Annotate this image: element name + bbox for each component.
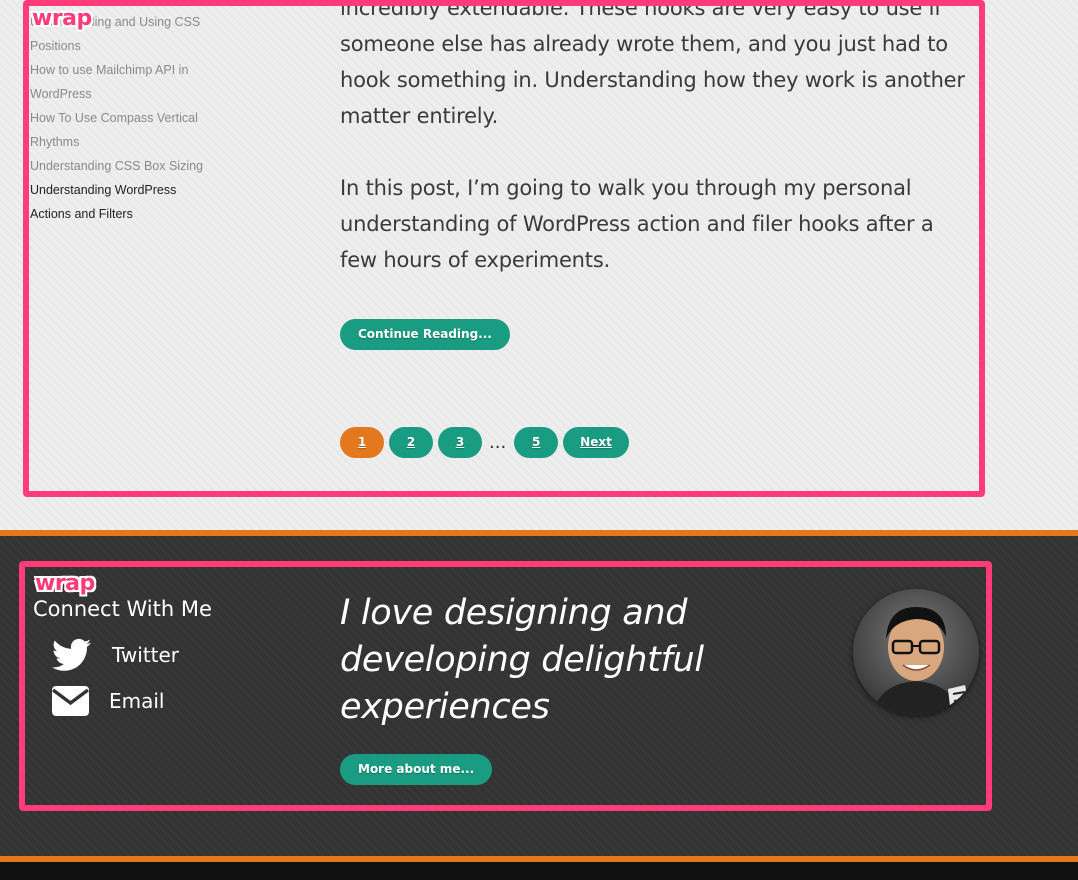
bottom-bar (0, 862, 1078, 880)
wrap-annotation-box-content (23, 0, 985, 497)
wrap-annotation-box-footer (19, 561, 992, 811)
wrap-annotation-label: wrap (35, 571, 95, 596)
wrap-annotation-label: wrap (32, 6, 92, 31)
